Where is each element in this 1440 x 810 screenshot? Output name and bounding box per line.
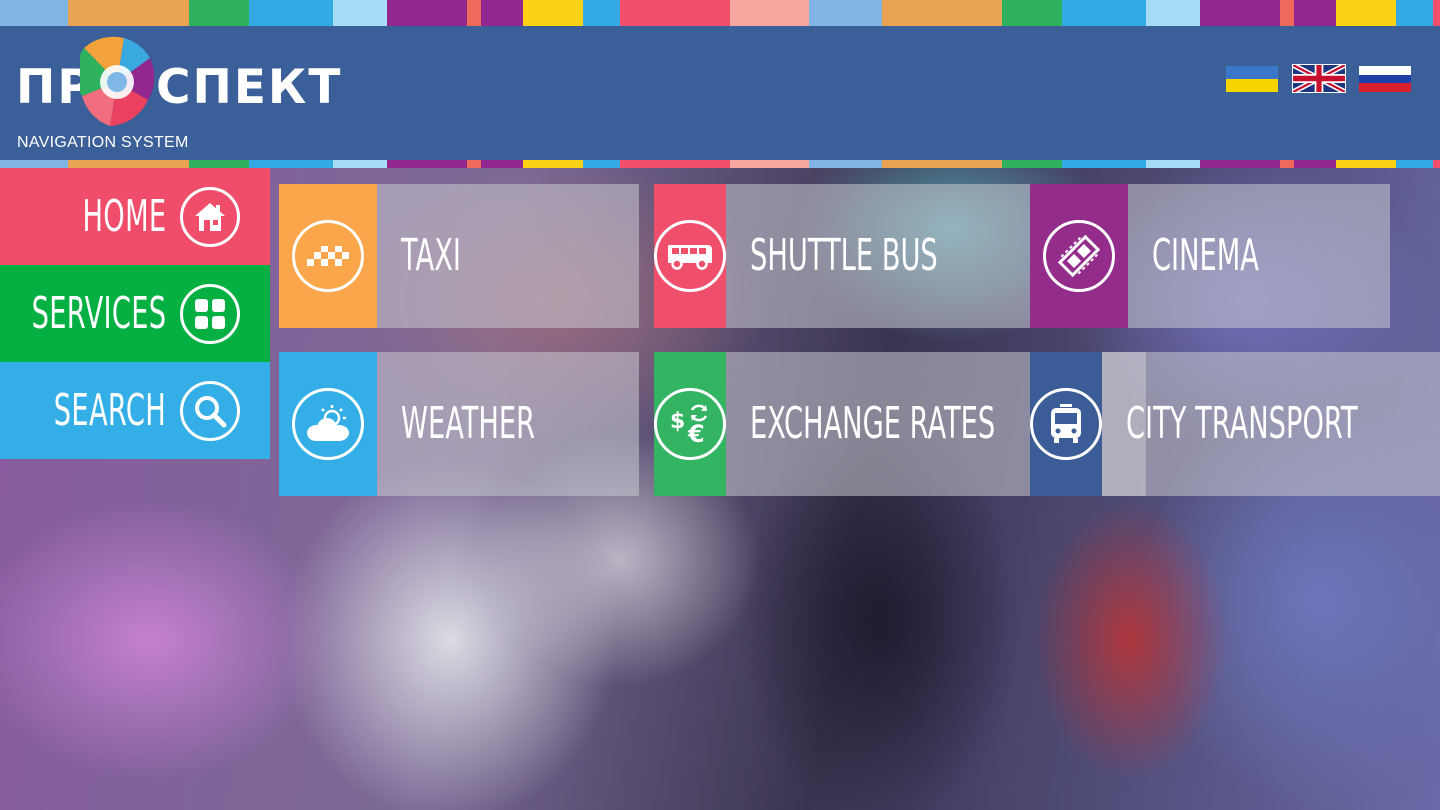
bus-icon [654,220,726,292]
uk-flag-icon [1293,65,1345,92]
tile-exchange-rates-label: EXCHANGE RATES [750,398,996,449]
logo-text-suffix: СПЕКТ [156,60,343,115]
tile-weather-label: WEATHER [401,398,536,449]
tile-cinema[interactable]: CINEMA [1030,184,1390,328]
russian-flag-button[interactable] [1359,66,1411,92]
currency-icon: $ € [654,388,726,460]
tile-taxi[interactable]: TAXI [279,184,639,328]
search-icon [180,380,240,441]
header-bar: ПР СПЕКТ NAVIGATION SYSTEM [0,26,1440,160]
menu-home-button[interactable]: HOME [0,168,270,265]
menu-services-button[interactable]: SERVICES [0,265,270,362]
tile-weather[interactable]: WEATHER [279,352,639,496]
tile-exchange-rates[interactable]: $ € EXCHANGE RATES [654,352,1146,496]
english-flag-button[interactable] [1292,64,1346,93]
weather-icon [292,388,364,460]
menu-search-button[interactable]: SEARCH [0,362,270,459]
menu-search-label: SEARCH [53,384,166,436]
svg-text:$: $ [670,409,685,434]
tile-taxi-label: TAXI [401,230,461,281]
tile-shuttle-bus-label: SHUTTLE BUS [750,230,938,281]
tile-city-transport[interactable]: CITY TRANSPORT [1030,352,1440,496]
main-menu: HOME SERVICES SEARCH [0,168,270,459]
home-icon [180,186,240,247]
tile-cinema-label: CINEMA [1152,230,1259,281]
ukrainian-flag-button[interactable] [1226,66,1278,92]
logo: ПР СПЕКТ [14,36,340,128]
menu-services-label: SERVICES [31,287,166,339]
tagline: NAVIGATION SYSTEM [17,134,189,151]
taxi-icon [292,220,364,292]
grid-icon [180,283,240,344]
color-stripe-bottom [0,160,1440,168]
tile-shuttle-bus[interactable]: SHUTTLE BUS [654,184,1053,328]
logo-emblem-icon [80,36,154,126]
svg-text:€: € [687,420,705,446]
color-stripe-top [0,0,1440,26]
tile-city-transport-label: CITY TRANSPORT [1126,398,1358,449]
menu-home-label: HOME [81,190,166,242]
film-icon [1043,220,1115,292]
trolleybus-icon [1030,388,1102,460]
